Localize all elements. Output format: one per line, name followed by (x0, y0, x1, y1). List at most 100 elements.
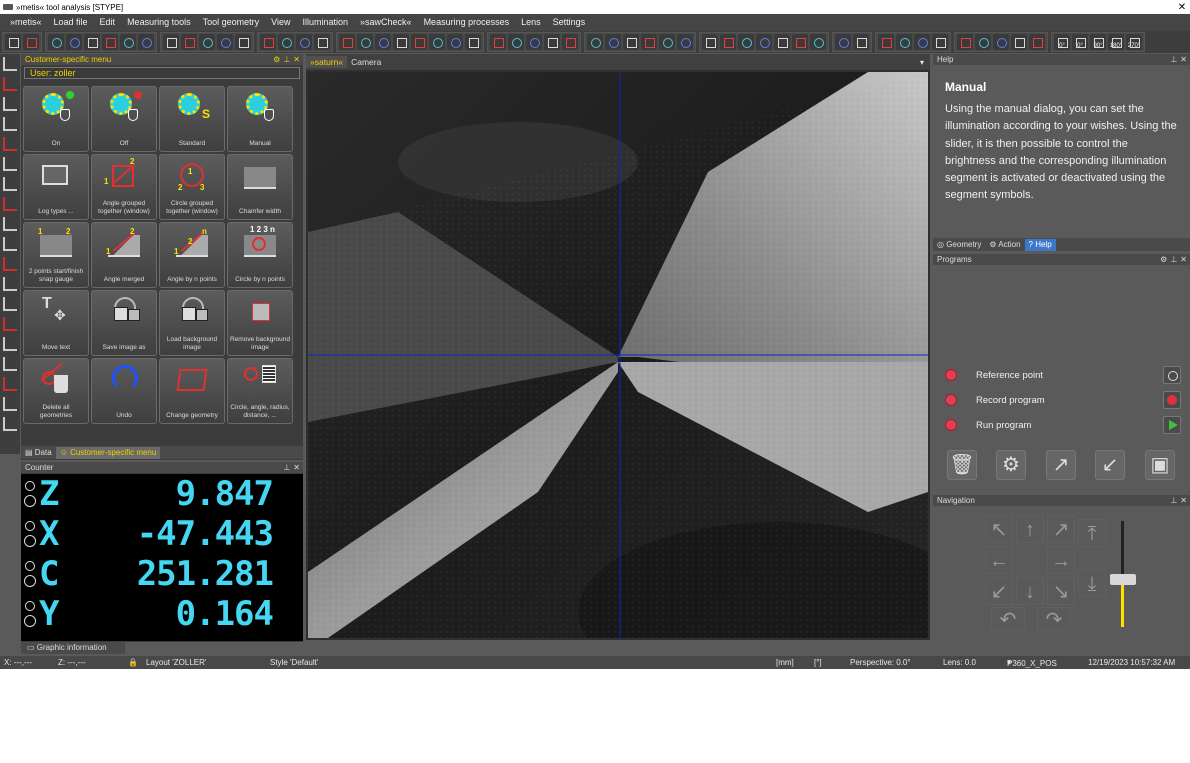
toolbar-tool-icon[interactable] (853, 34, 869, 50)
status-position[interactable]: P360_X_POS ▾ (1007, 657, 1057, 668)
arrow-right-button[interactable]: → (1047, 546, 1075, 574)
toolbar-tool-icon[interactable] (23, 34, 39, 50)
vertical-tool-icon[interactable] (3, 57, 17, 71)
rotate-view-button[interactable]: 0° (1072, 34, 1088, 50)
menu-item-5[interactable]: View (265, 14, 296, 31)
run-button[interactable] (1163, 416, 1181, 434)
rotate-left-button[interactable]: ↶ (991, 607, 1025, 631)
menu-item-4[interactable]: Tool geometry (197, 14, 266, 31)
toolbar-tool-icon[interactable] (66, 34, 82, 50)
menu-item-8[interactable]: Measuring processes (418, 14, 516, 31)
tab-graphic-information[interactable]: ▭ Graphic information (21, 642, 125, 654)
tile-illumination-manual[interactable]: Manual (227, 86, 293, 152)
export-program-button[interactable]: ↗ (1046, 450, 1076, 480)
toolbar-tool-icon[interactable] (181, 34, 197, 50)
vertical-tool-icon[interactable] (3, 317, 17, 331)
tile-angle-grouped[interactable]: 1 2 Angle grouped together (window) (91, 154, 157, 220)
toolbar-tool-icon[interactable] (490, 34, 506, 50)
toolbar-tool-icon[interactable] (605, 34, 621, 50)
tile-illumination-on[interactable]: On (23, 86, 89, 152)
toolbar-tool-icon[interactable] (587, 34, 603, 50)
move-bottom-button[interactable]: ⤓ (1078, 569, 1106, 597)
pin-icon[interactable]: ⊥ (283, 463, 290, 472)
toolbar-tool-icon[interactable] (465, 34, 481, 50)
rotate-view-button[interactable]: 180° (1108, 34, 1124, 50)
vertical-tool-icon[interactable] (3, 177, 17, 191)
toolbar-tool-icon[interactable] (914, 34, 930, 50)
tile-load-background[interactable]: Load background image (159, 290, 225, 356)
toolbar-tool-icon[interactable] (102, 34, 118, 50)
tile-circle-angle-radius[interactable]: Circle, angle, radius, distance, ... (227, 358, 293, 424)
pin-icon[interactable]: ⊥ (1170, 255, 1177, 264)
import-program-button[interactable]: ↙ (1095, 450, 1125, 480)
toolbar-tool-icon[interactable] (411, 34, 427, 50)
chevron-down-icon[interactable]: ▾ (920, 58, 930, 67)
program-record[interactable]: Record program (945, 391, 1185, 409)
vertical-tool-icon[interactable] (3, 337, 17, 351)
toolbar-tool-icon[interactable] (720, 34, 736, 50)
vertical-tool-icon[interactable] (3, 277, 17, 291)
tile-circle-grouped[interactable]: 1 2 3 Circle grouped together (window) (159, 154, 225, 220)
tab-action[interactable]: ⚙ Action (985, 239, 1024, 251)
toolbar-tool-icon[interactable] (375, 34, 391, 50)
toolbar-tool-icon[interactable] (878, 34, 894, 50)
menu-item-7[interactable]: »sawCheck« (354, 14, 418, 31)
tab-customer-menu[interactable]: ☺ Customer-specific menu (55, 446, 161, 459)
arrow-down-right-button[interactable]: ↘ (1047, 577, 1075, 605)
tile-illumination-off[interactable]: Off (91, 86, 157, 152)
toolbar-tool-icon[interactable] (5, 34, 21, 50)
vertical-tool-icon[interactable] (3, 297, 17, 311)
vertical-tool-icon[interactable] (3, 137, 17, 151)
menu-item-1[interactable]: Load file (48, 14, 94, 31)
vertical-tool-icon[interactable] (3, 417, 17, 431)
camera-image[interactable] (308, 72, 928, 638)
vertical-tool-icon[interactable] (3, 197, 17, 211)
brightness-slider-handle[interactable] (1110, 574, 1136, 585)
toolbar-tool-icon[interactable] (623, 34, 639, 50)
tile-angle-merged[interactable]: 1 2 Angle merged (91, 222, 157, 288)
toolbar-tool-icon[interactable] (677, 34, 693, 50)
close-icon[interactable]: ✕ (1180, 496, 1187, 505)
toolbar-tool-icon[interactable] (896, 34, 912, 50)
toolbar-tool-icon[interactable] (296, 34, 312, 50)
pin-icon[interactable]: ⊥ (1170, 55, 1177, 64)
vertical-tool-icon[interactable] (3, 97, 17, 111)
vertical-tool-icon[interactable] (3, 257, 17, 271)
toolbar-tool-icon[interactable] (993, 34, 1009, 50)
toolbar-tool-icon[interactable] (526, 34, 542, 50)
vertical-tool-icon[interactable] (3, 357, 17, 371)
reference-point-button[interactable] (1163, 366, 1181, 384)
toolbar-tool-icon[interactable] (756, 34, 772, 50)
toolbar-tool-icon[interactable] (957, 34, 973, 50)
tile-save-image[interactable]: Save image as (91, 290, 157, 356)
toolbar-tool-icon[interactable] (163, 34, 179, 50)
toolbar-tool-icon[interactable] (120, 34, 136, 50)
lock-icon[interactable]: 🔒 (128, 657, 138, 668)
pin-icon[interactable]: ⊥ (283, 55, 290, 64)
toolbar-tool-icon[interactable] (975, 34, 991, 50)
close-window-button[interactable]: ✕ (1174, 2, 1190, 13)
rotate-view-button[interactable]: 270° (1126, 34, 1142, 50)
rotate-right-button[interactable]: ↷ (1037, 607, 1071, 631)
toolbar-tool-icon[interactable] (138, 34, 154, 50)
toolbar-tool-icon[interactable] (659, 34, 675, 50)
toolbar-tool-icon[interactable] (702, 34, 718, 50)
toolbar-tool-icon[interactable] (199, 34, 215, 50)
close-icon[interactable]: ✕ (293, 55, 300, 64)
tab-data[interactable]: ▤ Data (21, 447, 56, 459)
tile-circle-n-points[interactable]: 1 2 3 n Circle by n points (227, 222, 293, 288)
arrow-up-right-button[interactable]: ↗ (1047, 515, 1075, 543)
settings-icon[interactable]: ⚙ (273, 55, 280, 64)
tile-illumination-standard[interactable]: S Standard (159, 86, 225, 152)
arrow-left-button[interactable]: ← (985, 546, 1013, 574)
toolbar-tool-icon[interactable] (217, 34, 233, 50)
menu-item-3[interactable]: Measuring tools (121, 14, 197, 31)
delete-program-button[interactable]: 🗑 (947, 450, 977, 480)
toolbar-tool-icon[interactable] (235, 34, 251, 50)
tab-help[interactable]: ? Help (1024, 238, 1056, 251)
arrow-up-button[interactable]: ↑ (1016, 515, 1044, 543)
toolbar-tool-icon[interactable] (792, 34, 808, 50)
close-icon[interactable]: ✕ (1180, 255, 1187, 264)
tile-undo[interactable]: Undo (91, 358, 157, 424)
tile-two-points-snap[interactable]: 12 2 points start/finish snap gauge (23, 222, 89, 288)
